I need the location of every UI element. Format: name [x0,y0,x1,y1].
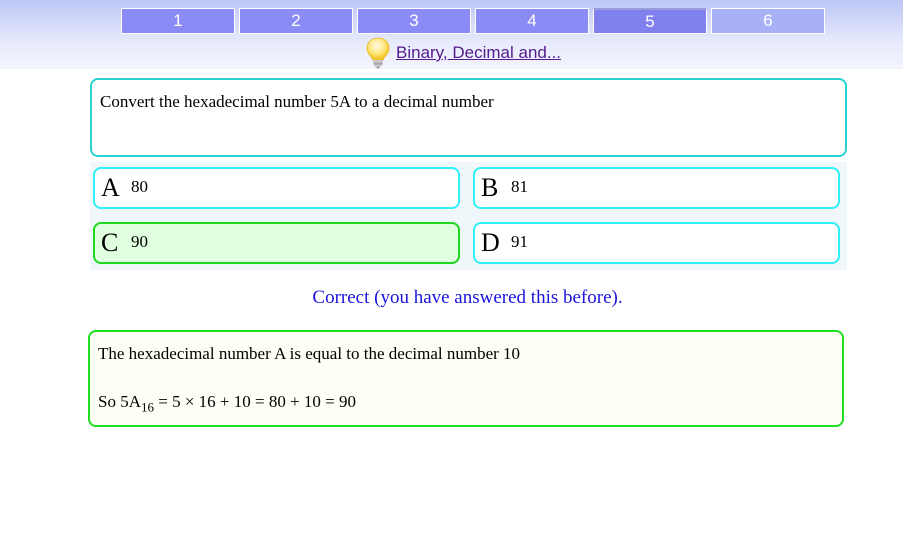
answer-letter: D [481,228,500,257]
tab-1[interactable]: 1 [121,8,235,34]
hint: Binary, Decimal and... [365,37,561,69]
question-text: Convert the hexadecimal number 5A to a d… [100,92,494,111]
answer-value: 91 [511,232,528,251]
question-box: Convert the hexadecimal number 5A to a d… [90,78,847,157]
explanation-prefix: So 5A [98,392,141,411]
explanation-line-1: The hexadecimal number A is equal to the… [98,344,521,363]
answer-letter: B [481,173,499,202]
question-tabs: 1 2 3 4 5 6 [121,8,825,35]
answer-option-b[interactable]: B 81 [473,167,840,209]
answer-letter: C [101,228,119,257]
lightbulb-icon [366,37,390,69]
explanation-box: The hexadecimal number A is equal to the… [88,330,844,427]
answer-value: 81 [511,177,528,196]
hint-link[interactable]: Binary, Decimal and... [396,43,561,63]
tab-2[interactable]: 2 [239,8,353,34]
header-bar: 1 2 3 4 5 6 Binary, Decimal and... [0,0,903,69]
feedback-message: Correct (you have answered this before). [312,287,623,308]
answer-value: 80 [131,177,148,196]
explanation-subscript: 16 [140,399,154,415]
explanation-line-2: So 5A16 = 5 × 16 + 10 = 80 + 10 = 90 [98,392,356,415]
explanation-suffix: = 5 × 16 + 10 = 80 + 10 = 90 [153,392,357,411]
tab-4[interactable]: 4 [475,8,589,34]
answer-option-d[interactable]: D 91 [473,222,840,264]
answer-option-a[interactable]: A 80 [93,167,460,209]
tab-6[interactable]: 6 [711,8,825,34]
tab-5[interactable]: 5 [593,8,707,34]
tab-3[interactable]: 3 [357,8,471,34]
answer-value: 90 [131,232,148,251]
answer-option-c[interactable]: C 90 [93,222,460,264]
answer-letter: A [101,173,120,202]
